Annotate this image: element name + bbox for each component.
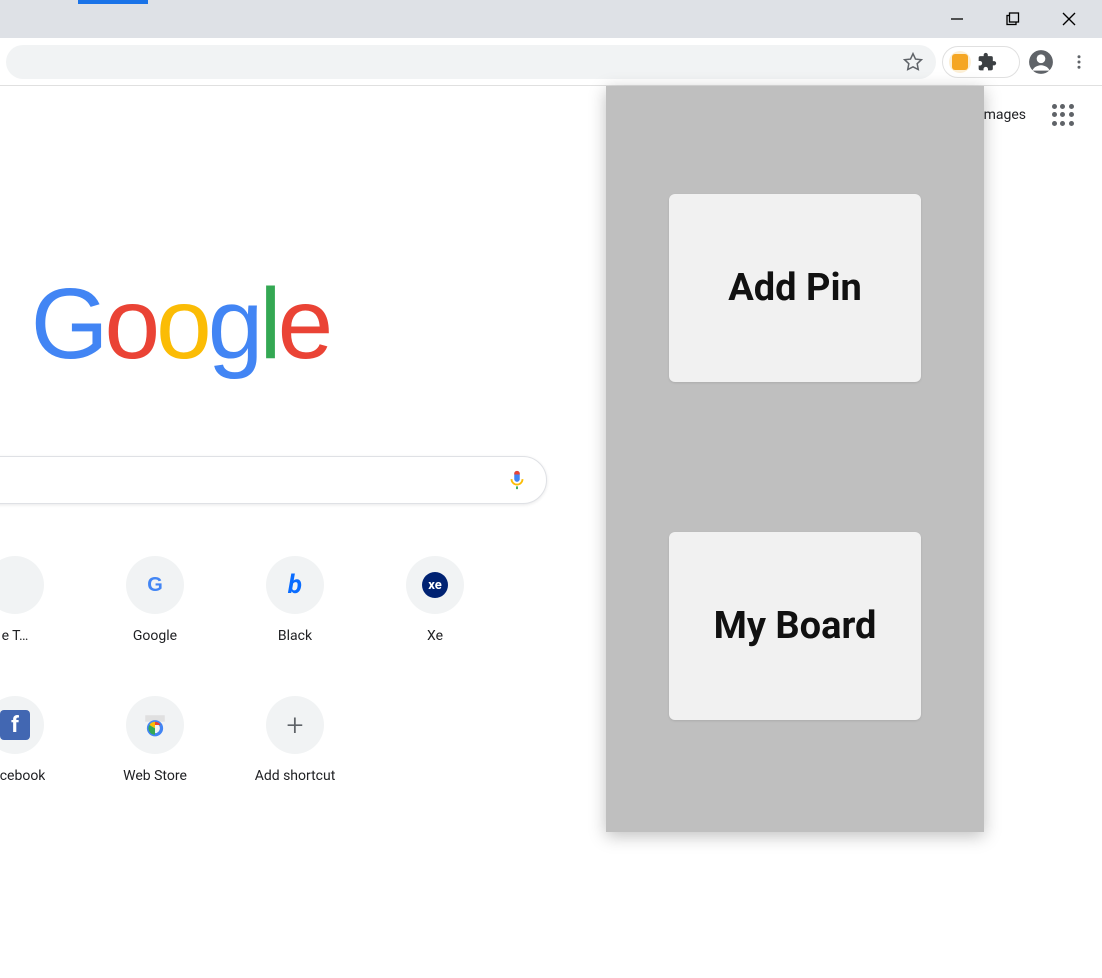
maximize-button[interactable]	[998, 4, 1028, 34]
kebab-menu-icon[interactable]	[1062, 45, 1096, 79]
minimize-button[interactable]	[942, 4, 972, 34]
shortcuts-grid: e T… G Google b Black xe Xe f Facebook W…	[0, 552, 505, 832]
extension-pill[interactable]	[942, 46, 1020, 78]
logo-letter: g	[208, 268, 260, 380]
shortcut-black[interactable]: b Black	[225, 552, 365, 692]
window-controls	[942, 4, 1094, 34]
extension-popup: Add Pin My Board	[606, 86, 984, 832]
active-tab-indicator	[78, 0, 148, 4]
plus-icon: +	[266, 696, 324, 754]
add-pin-label: Add Pin	[728, 266, 862, 310]
browser-tab-strip	[0, 0, 1102, 38]
google-favicon-icon: G	[126, 556, 184, 614]
bing-favicon-icon: b	[266, 556, 324, 614]
logo-letter: o	[105, 268, 157, 380]
profile-avatar-icon[interactable]	[1024, 45, 1058, 79]
active-extension-icon[interactable]	[949, 51, 971, 73]
shortcut-label: Xe	[427, 628, 443, 644]
shortcut-label: e T…	[2, 628, 29, 644]
voice-search-icon[interactable]	[506, 469, 528, 491]
webstore-favicon-icon	[126, 696, 184, 754]
shortcut-label: Black	[278, 628, 312, 644]
logo-letter: o	[156, 268, 208, 380]
logo-letter: e	[278, 268, 330, 380]
shortcut-label: Add shortcut	[255, 768, 336, 784]
shortcut-e-t[interactable]: e T…	[0, 552, 85, 692]
extensions-puzzle-icon[interactable]	[977, 52, 997, 72]
shortcut-icon	[0, 556, 44, 614]
shortcut-xe[interactable]: xe Xe	[365, 552, 505, 692]
close-window-button[interactable]	[1054, 4, 1084, 34]
shortcut-label: Facebook	[0, 768, 45, 784]
apps-grid-icon[interactable]	[1052, 104, 1074, 126]
logo-letter: l	[259, 268, 277, 380]
shortcut-label: Google	[133, 628, 177, 644]
shortcut-google[interactable]: G Google	[85, 552, 225, 692]
images-link[interactable]: mages	[984, 107, 1026, 123]
search-input[interactable]: oogle or type a URL	[0, 456, 547, 504]
logo-letter: G	[31, 268, 105, 380]
shortcut-facebook[interactable]: f Facebook	[0, 692, 85, 832]
google-logo: Google	[0, 274, 380, 374]
xe-favicon-icon: xe	[406, 556, 464, 614]
facebook-favicon-icon: f	[0, 696, 44, 754]
address-bar[interactable]	[6, 45, 936, 79]
bookmark-star-icon[interactable]	[898, 47, 928, 77]
my-board-button[interactable]: My Board	[669, 532, 921, 720]
add-pin-button[interactable]: Add Pin	[669, 194, 921, 382]
shortcut-label: Web Store	[123, 768, 187, 784]
top-links: mages	[984, 104, 1074, 126]
add-shortcut-button[interactable]: + Add shortcut	[225, 692, 365, 832]
browser-toolbar	[0, 38, 1102, 86]
shortcut-webstore[interactable]: Web Store	[85, 692, 225, 832]
my-board-label: My Board	[714, 604, 877, 648]
